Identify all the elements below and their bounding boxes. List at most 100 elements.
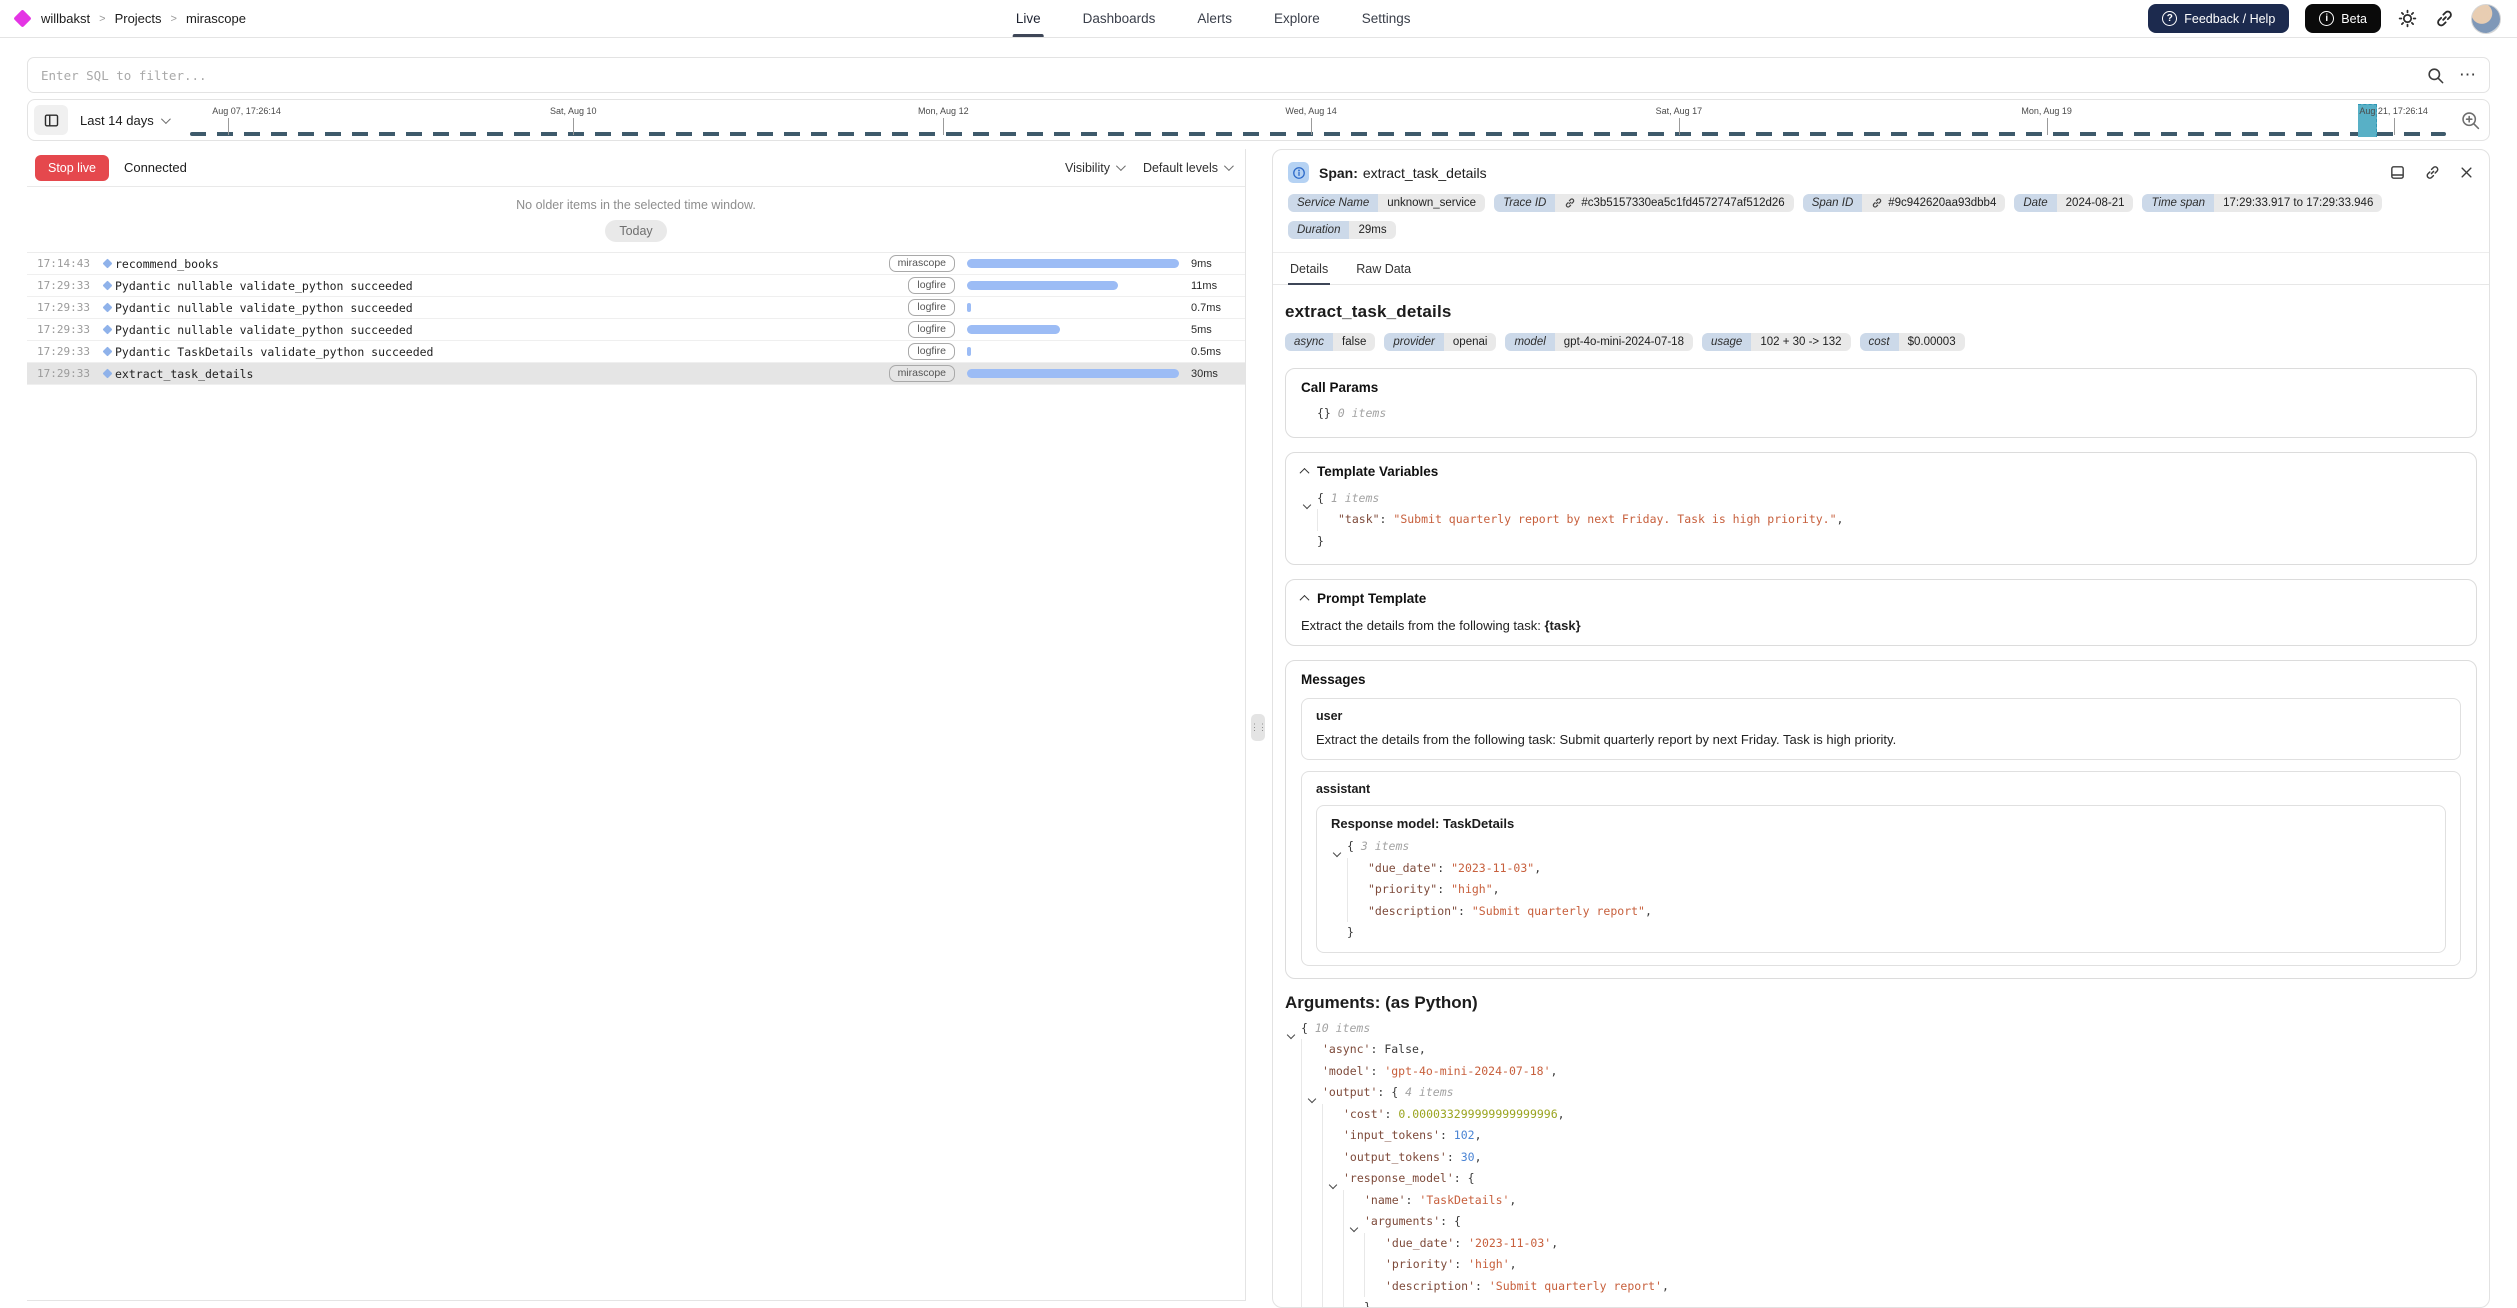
assistant-role-label: assistant bbox=[1316, 782, 2446, 796]
search-icon[interactable] bbox=[2426, 66, 2445, 85]
pill-label: model bbox=[1505, 333, 1554, 351]
timeline-tick-label: Sat, Aug 10 bbox=[550, 106, 597, 116]
code-line: "task": "Submit quarterly report by next… bbox=[1301, 509, 2461, 531]
open-panel-icon[interactable] bbox=[2389, 164, 2406, 181]
template-variables-title: Template Variables bbox=[1317, 464, 1438, 479]
zoom-in-icon[interactable] bbox=[2460, 110, 2481, 131]
span-attrs: asyncfalseprovideropenaimodelgpt-4o-mini… bbox=[1285, 333, 2477, 351]
user-avatar[interactable] bbox=[2471, 4, 2501, 34]
breadcrumb-item-Projects[interactable]: Projects bbox=[115, 11, 162, 26]
code-token: "due_date" bbox=[1368, 861, 1437, 875]
tab-dashboards[interactable]: Dashboards bbox=[1080, 0, 1159, 37]
breadcrumb-item-mirascope[interactable]: mirascope bbox=[186, 11, 246, 26]
indent-guide bbox=[1301, 1190, 1322, 1212]
span-details-body: extract_task_details asyncfalseprovidero… bbox=[1273, 285, 2489, 1307]
pill-value-text: #c3b5157330ea5c1fd4572747af512d26 bbox=[1581, 197, 1784, 209]
collapse-chevron-icon[interactable] bbox=[1300, 595, 1310, 605]
code-token: : bbox=[1370, 1064, 1384, 1078]
breadcrumb-separator: > bbox=[171, 13, 177, 25]
call-params-title: Call Params bbox=[1301, 380, 2461, 395]
indent-guide bbox=[1301, 1125, 1322, 1147]
default-levels-dropdown[interactable]: Default levels bbox=[1143, 161, 1231, 175]
span-diamond-icon bbox=[99, 348, 115, 355]
share-link-icon[interactable] bbox=[2434, 8, 2455, 29]
timeline-tick-label: Wed, Aug 14 bbox=[1285, 106, 1336, 116]
timeline-tick-mark bbox=[1679, 118, 1680, 135]
link-icon bbox=[1564, 197, 1576, 209]
overflow-menu-icon[interactable]: ⋯ bbox=[2459, 70, 2478, 80]
code-token: : { bbox=[1440, 1214, 1461, 1228]
info-circle-icon: i bbox=[2319, 11, 2334, 26]
close-icon[interactable] bbox=[2459, 165, 2474, 180]
collapse-chevron-icon[interactable] bbox=[1300, 467, 1310, 477]
feedback-help-button[interactable]: ? Feedback / Help bbox=[2148, 4, 2289, 33]
log-row[interactable]: 17:29:33Pydantic nullable validate_pytho… bbox=[27, 275, 1245, 297]
meta-pill-time-span: Time span17:29:33.917 to 17:29:33.946 bbox=[2142, 194, 2382, 212]
duration-bar bbox=[967, 303, 971, 312]
indent-guide bbox=[1343, 1254, 1364, 1276]
code-line: 'priority': 'high', bbox=[1285, 1254, 2477, 1276]
user-message-text: Extract the details from the following t… bbox=[1316, 732, 2446, 747]
code-token: , bbox=[1534, 861, 1541, 875]
pill-value-text: false bbox=[1342, 336, 1366, 348]
tab-settings[interactable]: Settings bbox=[1359, 0, 1414, 37]
visibility-dropdown[interactable]: Visibility bbox=[1065, 161, 1123, 175]
sql-filter-input[interactable] bbox=[27, 57, 2490, 93]
pill-value-text: 17:29:33.917 to 17:29:33.946 bbox=[2223, 197, 2373, 209]
code-token: , bbox=[1558, 1107, 1565, 1121]
duration-bar bbox=[967, 347, 971, 356]
code-token: , bbox=[1645, 904, 1652, 918]
pill-value-text: $0.00003 bbox=[1908, 336, 1956, 348]
indent-guide bbox=[1347, 858, 1368, 880]
tab-explore[interactable]: Explore bbox=[1271, 0, 1323, 37]
panel-gutter: ⋮⋮ bbox=[1246, 149, 1272, 1308]
code-token: } bbox=[1347, 925, 1354, 939]
sidebar-toggle-button[interactable] bbox=[34, 105, 68, 135]
breadcrumb: willbakst>Projects>mirascope bbox=[41, 11, 246, 26]
prompt-variable: {task} bbox=[1545, 618, 1581, 633]
meta-pill-span-id[interactable]: Span ID#9c942620aa93dbb4 bbox=[1803, 194, 2006, 212]
nav-tabs: Live Dashboards Alerts Explore Settings bbox=[1013, 0, 1414, 37]
code-line: 'output_tokens': 30, bbox=[1285, 1147, 2477, 1169]
code-token: { bbox=[1301, 1021, 1315, 1035]
code-line: "due_date": "2023-11-03", bbox=[1331, 858, 2431, 880]
log-row[interactable]: 17:29:33Pydantic TaskDetails validate_py… bbox=[27, 341, 1245, 363]
code-token: 'response_model' bbox=[1343, 1171, 1454, 1185]
code-token: "Submit quarterly report by next Friday.… bbox=[1393, 512, 1836, 526]
time-range-select[interactable]: Last 14 days bbox=[80, 113, 168, 128]
indent-guide bbox=[1317, 509, 1338, 531]
code-token: , bbox=[1551, 1064, 1558, 1078]
log-row[interactable]: 17:29:33Pydantic nullable validate_pytho… bbox=[27, 297, 1245, 319]
chevron-down-icon bbox=[1224, 161, 1234, 171]
duration-track bbox=[967, 259, 1179, 268]
tab-details[interactable]: Details bbox=[1288, 253, 1330, 284]
span-tabs: Details Raw Data bbox=[1273, 253, 2489, 285]
timeline-chart[interactable]: Aug 07, 17:26:14Sat, Aug 10Mon, Aug 12We… bbox=[190, 100, 2446, 140]
code-token: 10 items bbox=[1315, 1021, 1370, 1035]
breadcrumb-item-willbakst[interactable]: willbakst bbox=[41, 11, 90, 26]
log-time: 17:29:33 bbox=[37, 301, 99, 314]
panel-resize-handle[interactable]: ⋮⋮ bbox=[1251, 714, 1265, 741]
pill-value: #9c942620aa93dbb4 bbox=[1862, 194, 2005, 212]
tab-raw-data[interactable]: Raw Data bbox=[1354, 253, 1413, 284]
log-row[interactable]: 17:14:43recommend_booksmirascope9ms bbox=[27, 253, 1245, 275]
log-row[interactable]: 17:29:33Pydantic nullable validate_pytho… bbox=[27, 319, 1245, 341]
span-diamond-icon bbox=[99, 260, 115, 267]
meta-pill-trace-id[interactable]: Trace ID#c3b5157330ea5c1fd4572747af512d2… bbox=[1494, 194, 1794, 212]
tab-alerts[interactable]: Alerts bbox=[1194, 0, 1235, 37]
user-role-label: user bbox=[1316, 709, 2446, 723]
code-token: { bbox=[1317, 491, 1331, 505]
log-row[interactable]: 17:29:33extract_task_detailsmirascope30m… bbox=[27, 363, 1245, 385]
code-token: "2023-11-03" bbox=[1451, 861, 1534, 875]
theme-toggle-icon[interactable] bbox=[2397, 8, 2418, 29]
code-line: "priority": "high", bbox=[1331, 879, 2431, 901]
tab-live[interactable]: Live bbox=[1013, 0, 1044, 37]
pill-value: #c3b5157330ea5c1fd4572747af512d26 bbox=[1555, 194, 1793, 212]
code-token: 'TaskDetails' bbox=[1419, 1193, 1509, 1207]
stop-live-button[interactable]: Stop live bbox=[35, 155, 109, 181]
copy-link-icon[interactable] bbox=[2424, 164, 2441, 181]
span-meta: Service Nameunknown_serviceTrace ID#c3b5… bbox=[1273, 191, 2489, 253]
span-panel: Span:extract_task_details bbox=[1272, 149, 2490, 1308]
pill-value-text: gpt-4o-mini-2024-07-18 bbox=[1564, 336, 1684, 348]
beta-button[interactable]: i Beta bbox=[2305, 4, 2381, 33]
